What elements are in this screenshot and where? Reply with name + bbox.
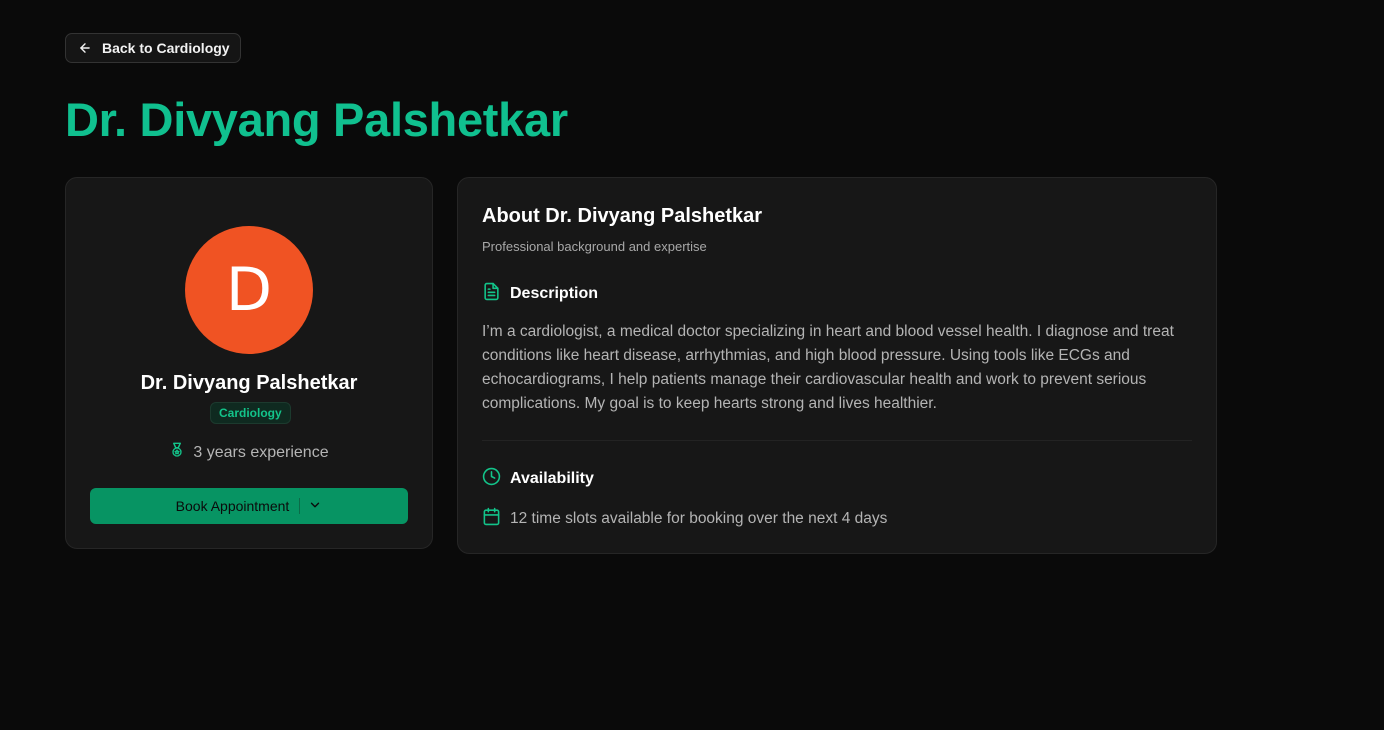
description-heading: Description [482,282,598,306]
page-title: Dr. Divyang Palshetkar [65,93,568,146]
availability-row: 12 time slots available for booking over… [482,507,887,531]
about-subtitle: Professional background and expertise [482,239,707,254]
description-text: I’m a cardiologist, a medical doctor spe… [482,323,1174,412]
experience-row: 3 years experience [66,442,432,463]
doctor-profile-card: D Dr. Divyang Palshetkar Cardiology 3 ye… [65,177,433,549]
experience-text: 3 years experience [193,443,329,461]
doctor-name: Dr. Divyang Palshetkar [140,372,358,394]
availability-heading: Availability [482,467,594,491]
back-button-label: Back to Cardiology [102,40,230,56]
section-divider [482,440,1192,441]
chevron-down-icon[interactable] [308,498,322,515]
book-appointment-button[interactable]: Book Appointment [90,488,408,524]
about-card: About Dr. Divyang Palshetkar Professiona… [457,177,1217,554]
medal-icon [169,442,185,463]
button-divider [299,498,301,514]
document-icon [482,282,501,306]
availability-heading-label: Availability [510,470,594,487]
back-to-cardiology-button[interactable]: Back to Cardiology [65,33,241,63]
clock-icon [482,467,501,491]
availability-text: 12 time slots available for booking over… [510,510,888,527]
avatar: D [185,226,313,354]
specialty-badge: Cardiology [210,402,291,424]
book-appointment-label: Book Appointment [175,498,290,514]
arrow-left-icon [78,41,92,55]
calendar-icon [482,507,501,531]
description-heading-label: Description [510,285,599,302]
about-title: About Dr. Divyang Palshetkar [482,205,763,227]
